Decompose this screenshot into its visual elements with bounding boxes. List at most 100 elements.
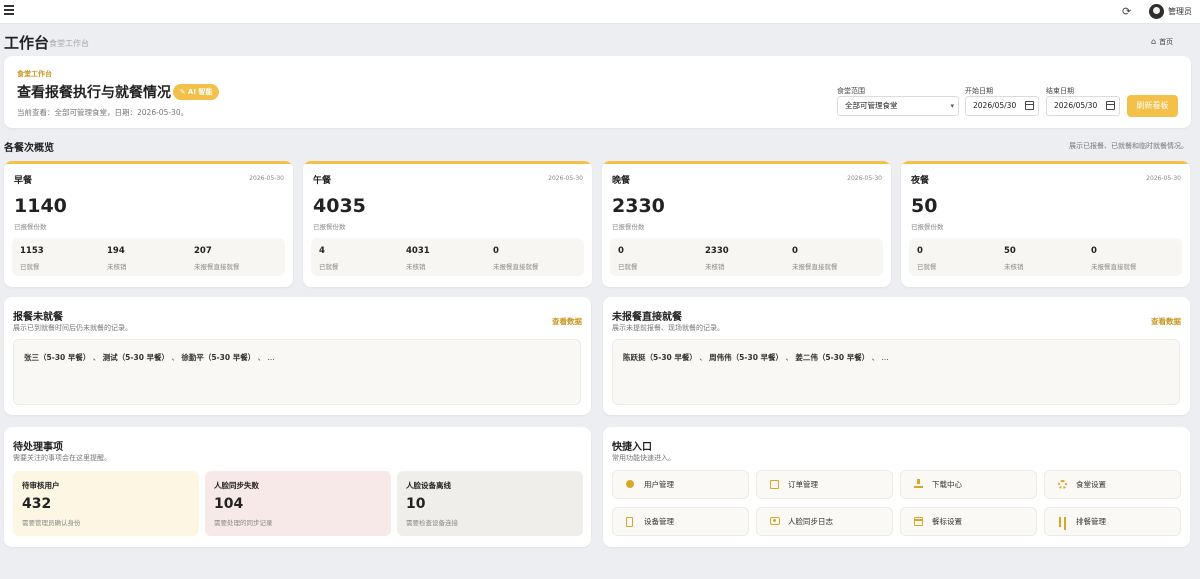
walkin-count: 207 bbox=[194, 246, 212, 256]
list-more: ... bbox=[267, 353, 275, 362]
chevron-down-icon: ▾ bbox=[950, 102, 954, 110]
list-item[interactable]: 周伟伟（5-30 早餐） bbox=[709, 353, 783, 362]
reported-count: 1140 bbox=[14, 195, 67, 217]
download-icon bbox=[914, 479, 923, 488]
todo-pending-users[interactable]: 待审核用户 432 需要管理员确认身份 bbox=[13, 471, 199, 536]
eaten-count: 4 bbox=[319, 246, 325, 256]
noshow-panel: 报餐未就餐 展示已到就餐时间后仍未就餐的记录。 查看数据 张三（5-30 早餐）… bbox=[4, 297, 591, 415]
breadcrumb[interactable]: ⌂ 首页 bbox=[1151, 37, 1173, 47]
todo-desc: 需要关注的事项会在这里提醒。 bbox=[13, 454, 111, 462]
eaten-label: 已就餐 bbox=[618, 263, 638, 271]
meal-name: 夜餐 bbox=[911, 176, 930, 186]
walkin-label: 未报餐直接就餐 bbox=[792, 263, 838, 271]
canteen-label: 食堂范围 bbox=[837, 87, 865, 95]
walkin-title: 未报餐直接就餐 bbox=[612, 312, 682, 323]
quick-device-management[interactable]: 设备管理 bbox=[612, 507, 749, 536]
walkin-panel: 未报餐直接就餐 展示未提前报餐、现场就餐的记录。 查看数据 陈跃挺（5-30 早… bbox=[603, 297, 1190, 415]
walkin-desc: 展示未提前报餐、现场就餐的记录。 bbox=[612, 324, 724, 332]
hero-kicker: 食堂工作台 bbox=[17, 70, 52, 78]
calendar-icon[interactable] bbox=[1106, 101, 1115, 110]
walkin-count: 0 bbox=[1091, 246, 1097, 256]
quick-label: 人脸同步日志 bbox=[788, 517, 833, 526]
walkin-count: 0 bbox=[493, 246, 499, 256]
list-item[interactable]: 姜二伟（5-30 早餐） bbox=[795, 353, 869, 362]
ai-badge[interactable]: ✎ AI 智能 bbox=[173, 84, 219, 100]
page-title: 工作台 bbox=[4, 34, 50, 52]
todo-item-title: 待审核用户 bbox=[22, 481, 60, 490]
hero-card: 食堂工作台 查看报餐执行与就餐情况 ✎ AI 智能 当前查看：全部可管理食堂，日… bbox=[4, 56, 1191, 128]
quick-order-management[interactable]: 订单管理 bbox=[756, 470, 893, 499]
face-icon bbox=[770, 517, 780, 525]
noshow-view-data-link[interactable]: 查看数据 bbox=[552, 316, 582, 327]
overview-title: 各餐次概览 bbox=[4, 143, 54, 154]
calendar-icon bbox=[914, 517, 923, 526]
refresh-icon[interactable]: ⟳ bbox=[1122, 5, 1131, 19]
quick-title: 快捷入口 bbox=[612, 442, 652, 453]
list-more: ... bbox=[881, 353, 889, 362]
reported-label: 已报餐份数 bbox=[313, 223, 346, 231]
quick-user-management[interactable]: 用户管理 bbox=[612, 470, 749, 499]
quick-label: 订单管理 bbox=[788, 480, 818, 489]
reported-count: 50 bbox=[911, 195, 938, 217]
quick-label: 排餐管理 bbox=[1076, 517, 1106, 526]
calendar-icon[interactable] bbox=[1025, 101, 1034, 110]
meal-name: 午餐 bbox=[313, 176, 332, 186]
breadcrumb-home[interactable]: 首页 bbox=[1159, 38, 1173, 46]
user-icon bbox=[626, 480, 634, 488]
walkin-label: 未报餐直接就餐 bbox=[1091, 263, 1137, 271]
menu-toggle-icon[interactable] bbox=[4, 5, 14, 15]
quick-card: 快捷入口 常用功能快速进入。 用户管理 订单管理 下载中心 食堂设置 设备管理 … bbox=[603, 427, 1190, 547]
quick-face-sync-log[interactable]: 人脸同步日志 bbox=[756, 507, 893, 536]
list-item[interactable]: 测试（5-30 早餐） bbox=[103, 353, 169, 362]
unverified-label: 未核销 bbox=[1004, 263, 1024, 271]
eaten-label: 已就餐 bbox=[20, 263, 40, 271]
walkin-label: 未报餐直接就餐 bbox=[194, 263, 240, 271]
todo-title: 待处理事项 bbox=[13, 442, 63, 453]
home-icon: ⌂ bbox=[1151, 37, 1157, 46]
quick-label: 餐标设置 bbox=[932, 517, 962, 526]
list-item[interactable]: 徐勤平（5-30 早餐） bbox=[181, 353, 255, 362]
eaten-label: 已就餐 bbox=[319, 263, 339, 271]
meal-stats: 0 已就餐 50 未核销 0 未报餐直接就餐 bbox=[909, 238, 1182, 276]
quick-label: 下载中心 bbox=[932, 480, 962, 489]
hero-note: 当前查看：全部可管理食堂，日期：2026-05-30。 bbox=[17, 108, 189, 117]
meal-stats: 0 已就餐 2330 未核销 0 未报餐直接就餐 bbox=[610, 238, 883, 276]
quick-meal-standard-settings[interactable]: 餐标设置 bbox=[900, 507, 1037, 536]
meal-card-dinner: 晚餐 2026-05-30 2330 已报餐份数 0 已就餐 2330 未核销 0 未… bbox=[602, 161, 891, 287]
walkin-view-data-link[interactable]: 查看数据 bbox=[1151, 316, 1181, 327]
avatar[interactable] bbox=[1149, 4, 1164, 19]
canteen-select-value: 全部可管理食堂 bbox=[845, 101, 898, 110]
meal-card-night: 夜餐 2026-05-30 50 已报餐份数 0 已就餐 50 未核销 0 未报餐直接… bbox=[901, 161, 1190, 287]
end-date-input[interactable]: 2026/05/30 bbox=[1046, 96, 1120, 116]
fork-icon bbox=[1058, 517, 1067, 530]
reported-label: 已报餐份数 bbox=[911, 223, 944, 231]
walkin-count: 0 bbox=[792, 246, 798, 256]
todo-item-desc: 需要处理的同步记录 bbox=[214, 519, 273, 527]
end-date-value: 2026/05/30 bbox=[1054, 101, 1098, 110]
meal-name: 晚餐 bbox=[612, 176, 631, 186]
order-icon bbox=[770, 480, 779, 489]
quick-download-center[interactable]: 下载中心 bbox=[900, 470, 1037, 499]
list-item[interactable]: 张三（5-30 早餐） bbox=[24, 353, 90, 362]
todo-device-offline[interactable]: 人脸设备离线 10 需要检查设备连接 bbox=[397, 471, 583, 536]
eaten-label: 已就餐 bbox=[917, 263, 937, 271]
canteen-select[interactable]: 全部可管理食堂 ▾ bbox=[837, 96, 959, 116]
quick-meal-scheduling[interactable]: 排餐管理 bbox=[1044, 507, 1181, 536]
quick-canteen-settings[interactable]: 食堂设置 bbox=[1044, 470, 1181, 499]
refresh-dashboard-button[interactable]: 刷新看板 bbox=[1127, 95, 1178, 117]
list-item[interactable]: 陈跃挺（5-30 早餐） bbox=[623, 353, 697, 362]
todo-item-desc: 需要管理员确认身份 bbox=[22, 519, 81, 527]
eaten-count: 0 bbox=[917, 246, 923, 256]
walkin-label: 未报餐直接就餐 bbox=[493, 263, 539, 271]
unverified-count: 4031 bbox=[406, 246, 430, 256]
unverified-label: 未核销 bbox=[705, 263, 725, 271]
walkin-list: 陈跃挺（5-30 早餐） 、 周伟伟（5-30 早餐） 、 姜二伟（5-30 早… bbox=[612, 339, 1180, 405]
todo-item-title: 人脸设备离线 bbox=[406, 481, 451, 490]
unverified-count: 50 bbox=[1004, 246, 1016, 256]
start-date-input[interactable]: 2026/05/30 bbox=[965, 96, 1039, 116]
unverified-label: 未核销 bbox=[406, 263, 426, 271]
user-name[interactable]: 管理员 bbox=[1168, 6, 1192, 17]
todo-item-desc: 需要检查设备连接 bbox=[406, 519, 458, 527]
top-bar: ⟳ 管理员 bbox=[0, 0, 1200, 24]
todo-face-sync-failed[interactable]: 人脸同步失败 104 需要处理的同步记录 bbox=[205, 471, 391, 536]
